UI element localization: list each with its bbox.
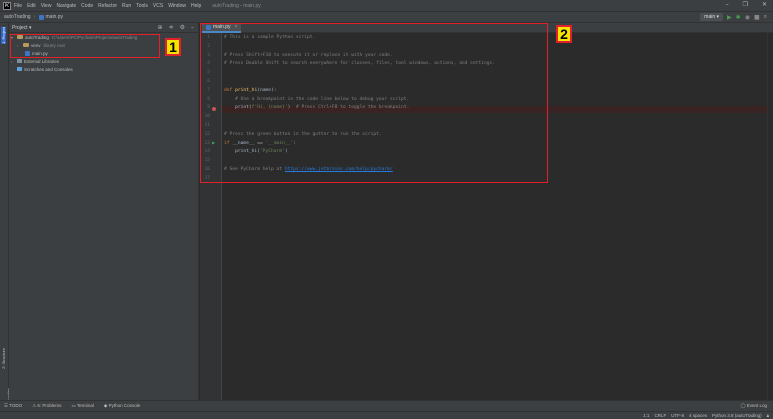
pycharm-logo-icon: PC [3,1,11,10]
todo-tool-button[interactable]: ☰ TODO [4,403,22,409]
close-icon[interactable]: ✕ [762,1,767,8]
run-config-selector[interactable]: main ▾ [700,13,724,21]
indent-setting[interactable]: 4 spaces [689,413,707,418]
tree-row-external-libraries[interactable]: › External Libraries [9,57,198,65]
menu-view[interactable]: View [41,3,52,9]
external-libraries-label: External Libraries [24,58,60,64]
tab-structure[interactable]: Z: Structure [1,348,6,369]
tree-row-scratches[interactable]: Scratches and Consoles [9,65,198,73]
scratches-icon [17,67,22,71]
run-icon[interactable]: ▶ [727,14,732,21]
hide-panel-icon[interactable]: – [191,24,194,31]
python-file-icon [38,14,44,20]
breadcrumb-project[interactable]: autoTrading [4,14,31,20]
annotation-label-2: 2 [556,25,572,43]
coverage-icon[interactable]: ◉ [745,14,750,21]
scratches-label: Scratches and Consoles [24,66,73,72]
menu-file[interactable]: File [14,3,22,9]
annotation-box-1 [10,34,160,58]
caret-position[interactable]: 1:1 [643,413,649,418]
tab-project[interactable]: 1: Project [1,27,6,44]
python-interpreter[interactable]: Python 3.8 (autoTrading) [712,413,762,418]
settings-gear-icon[interactable]: ⚙ [180,24,185,31]
collapse-all-icon[interactable]: ≑ [169,24,174,31]
left-tool-strip: 1: Project Z: Structure 2: Favorites [0,23,11,404]
terminal-tool-button[interactable]: ▭ Terminal [71,403,93,409]
menu-window[interactable]: Window [168,3,186,9]
menu-bar: PC File Edit View Navigate Code Refactor… [0,0,773,11]
status-bar: 1:1 CRLF UTF-8 4 spaces Python 3.8 (auto… [0,411,773,419]
debug-icon[interactable]: ✱ [736,14,741,21]
minimize-icon[interactable]: – [726,1,729,8]
menu-navigate[interactable]: Navigate [56,3,76,9]
event-log-button[interactable]: ◯ Event Log [740,403,767,409]
menu-refactor[interactable]: Refactor [98,3,117,9]
navigation-bar: autoTrading › main.py main ▾ ▶ ✱ ◉ ■ ⌕ [0,11,773,23]
menu-tools[interactable]: Tools [136,3,148,9]
python-console-tool-button[interactable]: ◆ Python Console [104,403,141,409]
menu-vcs[interactable]: VCS [153,3,163,9]
maximize-icon[interactable]: ❐ [743,1,748,8]
file-encoding[interactable]: UTF-8 [671,413,684,418]
project-panel: Project ▾ ⊕ ≑ ⚙ – ▾ autoTrading C:\Users… [9,23,199,400]
stop-icon[interactable]: ■ [754,14,760,21]
lock-icon[interactable]: 🔒︎ [767,413,769,418]
menu-edit[interactable]: Edit [27,3,36,9]
breadcrumb-file[interactable]: main.py [46,14,64,20]
bottom-tool-bar: ☰ TODO ⚠ 6: Problems ▭ Terminal ◆ Python… [0,400,773,411]
project-panel-header: Project ▾ ⊕ ≑ ⚙ – [9,23,198,33]
menu-run[interactable]: Run [122,3,131,9]
run-config-label: main [704,14,716,20]
problems-tool-button[interactable]: ⚠ 6: Problems [32,403,61,409]
annotation-label-1: 1 [165,38,181,56]
search-icon[interactable]: ⌕ [764,13,767,21]
annotation-box-2 [200,23,548,183]
menu-help[interactable]: Help [191,3,201,9]
locate-file-icon[interactable]: ⊕ [158,24,163,31]
library-icon [17,59,22,63]
breadcrumb-separator-icon: › [33,14,36,20]
window-title: autoTrading - main.py [212,2,261,9]
menu-code[interactable]: Code [81,3,93,9]
editor-error-stripe[interactable] [767,33,773,400]
project-panel-title[interactable]: Project ▾ [12,25,31,31]
line-separator[interactable]: CRLF [654,413,666,418]
